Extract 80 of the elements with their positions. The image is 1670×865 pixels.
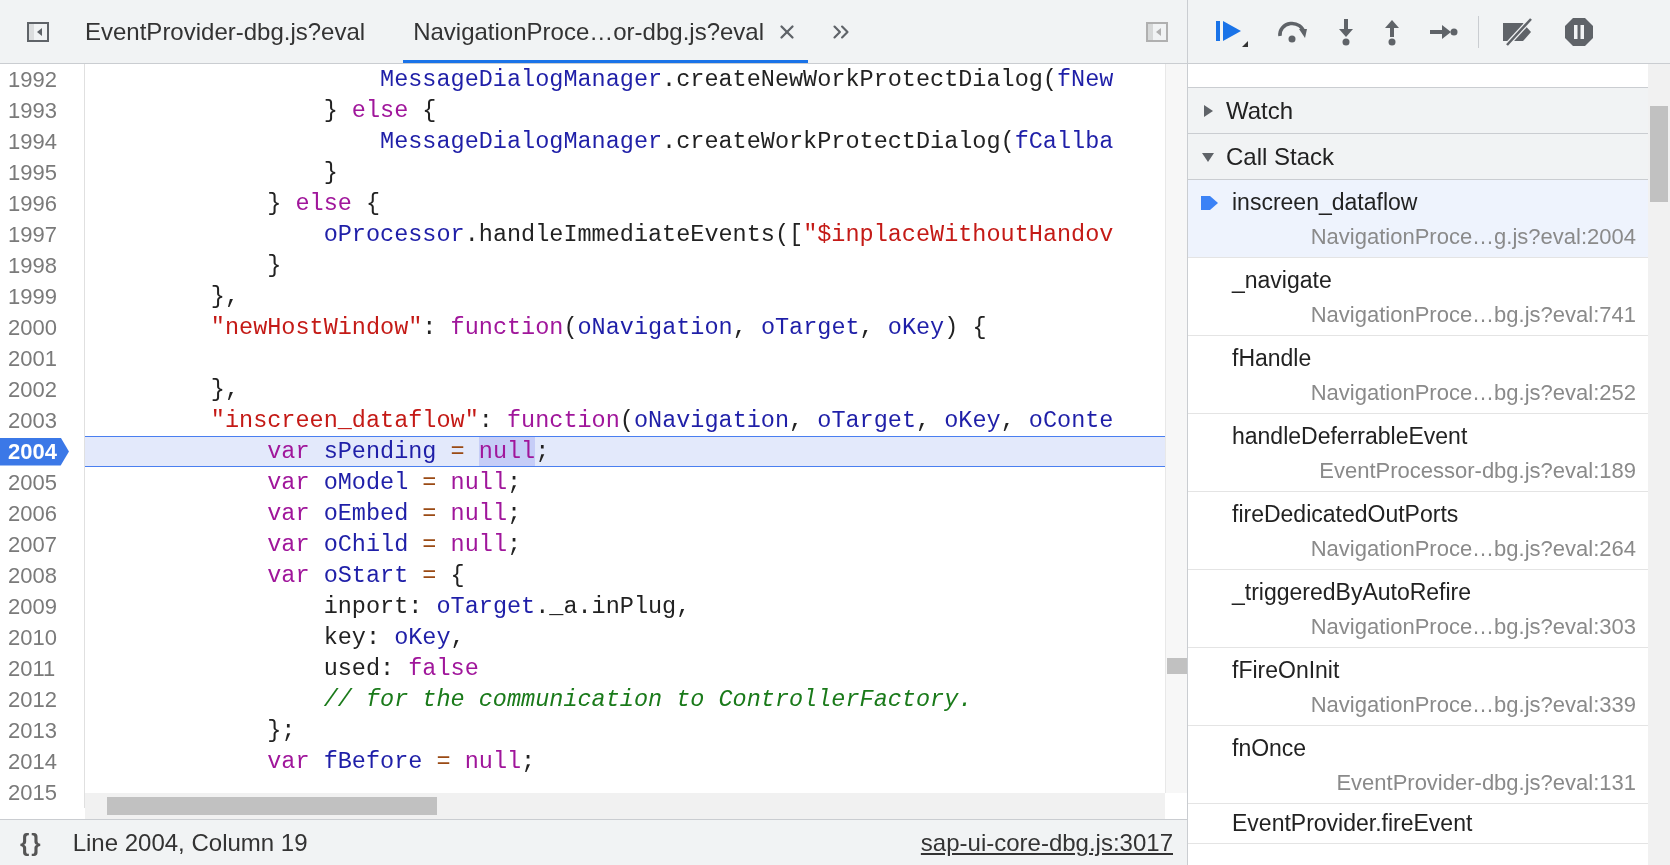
section-header[interactable]: Watch <box>1188 88 1648 134</box>
code-line: } else { <box>322 96 438 126</box>
code-line: var oStart = { <box>266 561 466 591</box>
code-line: }, <box>209 282 241 312</box>
editor-tab[interactable]: EventProvider-dbg.js?eval <box>75 0 376 63</box>
line-number: 2005 <box>7 468 58 497</box>
line-number: 2002 <box>7 375 58 404</box>
code-line: }; <box>266 716 297 746</box>
collapsed-triangle-icon <box>1202 104 1214 117</box>
code-line: var oEmbed = null; <box>266 499 523 529</box>
step-over-icon[interactable] <box>1276 19 1310 44</box>
line-number: 2003 <box>7 406 58 435</box>
function-name: handleDeferrableEvent <box>1232 422 1468 452</box>
line-number: 1992 <box>7 65 58 94</box>
function-name: _triggeredByAutoRefire <box>1232 578 1472 608</box>
code-line: } <box>266 251 283 281</box>
source-location: EventProcessor-dbg.js?eval:189 <box>1319 456 1636 485</box>
code-line: "newHostWindow": function(oNavigation, oTarget, oKey) { <box>209 313 988 343</box>
source-location: NavigationProce…bg.js?eval:303 <box>1310 612 1636 641</box>
code-line: // for the communication to ControllerFactory. <box>322 685 974 715</box>
panel-scrollbar[interactable] <box>1648 64 1670 865</box>
line-number: 1998 <box>7 251 58 280</box>
line-number: 2000 <box>7 313 58 342</box>
function-name: fFireOnInit <box>1232 656 1340 686</box>
cursor-position: Line 2004, Column 19 <box>72 827 308 858</box>
code-line: "inscreen_dataflow": function(oNavigation, oTarget, oKey, oConte <box>209 406 1115 436</box>
line-number: 2007 <box>7 530 58 559</box>
vertical-scrollbar[interactable] <box>1165 64 1187 793</box>
function-name: fireDedicatedOutPorts <box>1232 500 1459 530</box>
source-location: NavigationProce…bg.js?eval:252 <box>1310 378 1636 407</box>
editor-tab[interactable]: NavigationProce…or-dbg.js?eval <box>403 0 808 63</box>
line-number: 2014 <box>7 747 58 776</box>
code-line: } <box>322 158 339 188</box>
line-number: 2009 <box>7 592 58 621</box>
expanded-triangle-icon <box>1202 150 1214 163</box>
function-name: fHandle <box>1232 344 1312 374</box>
code-line: var oModel = null; <box>266 468 523 498</box>
line-number: 2006 <box>7 499 58 528</box>
sidebar-toggle-icon[interactable] <box>25 19 50 44</box>
code-line: var oChild = null; <box>266 530 523 560</box>
pause-icon[interactable] <box>1563 15 1595 48</box>
line-number: 2012 <box>7 685 58 714</box>
code-line: used: false <box>322 654 480 684</box>
line-number: 2008 <box>7 561 58 590</box>
line-number: 2013 <box>7 716 58 745</box>
source-location: NavigationProce…bg.js?eval:741 <box>1310 300 1636 329</box>
function-name: _navigate <box>1232 266 1332 296</box>
code-line: key: oKey, <box>322 623 466 653</box>
code-line: MessageDialogManager.createNewWorkProtectDialog(fNew <box>379 65 1115 95</box>
function-name: fnOnce <box>1232 734 1307 764</box>
source-link[interactable]: sap-ui-core-dbg.js:3017 <box>920 824 1173 861</box>
code-line: inport: oTarget._a.inPlug, <box>322 592 692 622</box>
line-number: 1994 <box>7 127 58 156</box>
line-number: 2015 <box>7 778 58 807</box>
line-number: 1995 <box>7 158 58 187</box>
source-location: NavigationProce…bg.js?eval:264 <box>1310 534 1636 563</box>
section-header[interactable]: Call Stack <box>1188 134 1648 180</box>
line-number: 1997 <box>7 220 58 249</box>
line-number: 2011 <box>7 654 57 683</box>
horizontal-scrollbar[interactable] <box>85 793 1165 819</box>
source-location: NavigationProce…g.js?eval:2004 <box>1310 222 1636 251</box>
line-number: 1999 <box>7 282 58 311</box>
line-number: 1993 <box>7 96 58 125</box>
code-line: var fBefore = null; <box>266 747 537 777</box>
step-into-icon[interactable] <box>1336 17 1356 46</box>
line-number: 2004 <box>0 437 69 466</box>
pretty-print-button[interactable]: {} <box>20 824 43 861</box>
code-line: oProcessor.handleImmediateEvents(["$inplaceWithoutHandov <box>322 220 1115 250</box>
function-name: inscreen_dataflow <box>1232 188 1418 218</box>
code-line: MessageDialogManager.createWorkProtectDialog(fCallba <box>379 127 1115 157</box>
call-stack-frame[interactable]: inscreen_dataflow NavigationProce…g.js?eval:2004 <box>1188 180 1648 258</box>
code-line: }, <box>209 375 241 405</box>
sidebar-toggle-icon[interactable] <box>1145 19 1169 44</box>
line-number: 1996 <box>7 189 58 218</box>
function-name: EventProvider.fireEvent <box>1232 809 1473 839</box>
line-number: 2010 <box>7 623 58 652</box>
source-location: EventProvider-dbg.js?eval:131 <box>1336 768 1636 797</box>
line-number: 2001 <box>7 344 58 373</box>
source-location: NavigationProce…bg.js?eval:339 <box>1310 690 1636 719</box>
code-line: } else { <box>266 189 382 219</box>
